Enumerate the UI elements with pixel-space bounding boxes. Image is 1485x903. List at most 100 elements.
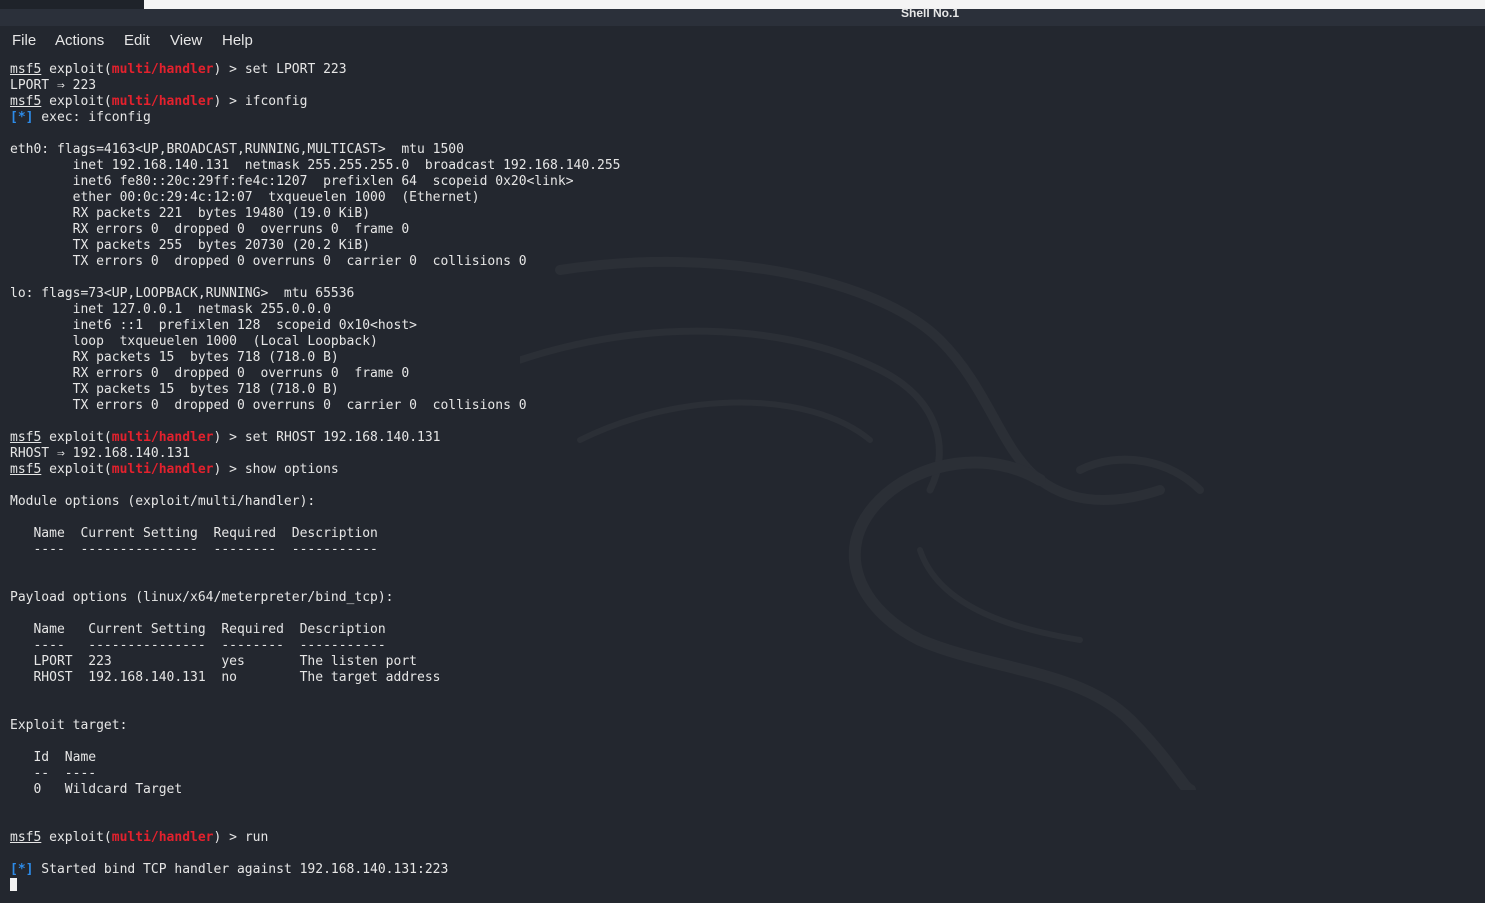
terminal-line: loop txqueuelen 1000 (Local Loopback) bbox=[10, 334, 1485, 350]
output-text: Module options (exploit/multi/handler): bbox=[10, 494, 316, 509]
window-title: Shell No.1 bbox=[900, 6, 959, 20]
output-text: TX packets 255 bytes 20730 (20.2 KiB) bbox=[10, 238, 371, 253]
status-marker: [*] bbox=[10, 862, 34, 877]
terminal-line: RX errors 0 dropped 0 overruns 0 frame 0 bbox=[10, 366, 1485, 382]
terminal-line: msf5 exploit(multi/handler) > set RHOST … bbox=[10, 430, 1485, 446]
output-text: Name Current Setting Required Descriptio… bbox=[10, 622, 386, 637]
output-text: RX packets 15 bytes 718 (718.0 B) bbox=[10, 350, 339, 365]
menu-file[interactable]: File bbox=[12, 32, 36, 49]
terminal-line: msf5 exploit(multi/handler) > set LPORT … bbox=[10, 62, 1485, 78]
menu-view[interactable]: View bbox=[170, 32, 202, 49]
prompt-module: multi/handler bbox=[111, 430, 214, 445]
output-text: inet6 fe80::20c:29ff:fe4c:1207 prefixlen… bbox=[10, 174, 574, 189]
terminal-line: RHOST 192.168.140.131 no The target addr… bbox=[10, 670, 1485, 686]
terminal-line: LPORT ⇒ 223 bbox=[10, 78, 1485, 94]
output-text: TX errors 0 dropped 0 overruns 0 carrier… bbox=[10, 254, 527, 269]
menu-edit[interactable]: Edit bbox=[124, 32, 150, 49]
output-text: eth0: flags=4163<UP,BROADCAST,RUNNING,MU… bbox=[10, 142, 464, 157]
prompt-close: ) > bbox=[213, 62, 245, 77]
output-text: 0 Wildcard Target bbox=[10, 782, 183, 797]
prompt-exploit: exploit( bbox=[49, 62, 112, 77]
menu-actions[interactable]: Actions bbox=[55, 32, 104, 49]
terminal-line: lo: flags=73<UP,LOOPBACK,RUNNING> mtu 65… bbox=[10, 286, 1485, 302]
prompt-module: multi/handler bbox=[111, 462, 214, 477]
prompt-user: msf5 bbox=[10, 62, 42, 77]
menu-bar: File Actions Edit View Help bbox=[0, 28, 600, 54]
terminal-line: ether 00:0c:29:4c:12:07 txqueuelen 1000 … bbox=[10, 190, 1485, 206]
terminal-line: TX packets 15 bytes 718 (718.0 B) bbox=[10, 382, 1485, 398]
terminal-line: Module options (exploit/multi/handler): bbox=[10, 494, 1485, 510]
output-text: RHOST 192.168.140.131 no The target addr… bbox=[10, 670, 441, 685]
terminal-line: TX errors 0 dropped 0 overruns 0 carrier… bbox=[10, 254, 1485, 270]
terminal-output[interactable]: msf5 exploit(multi/handler) > set LPORT … bbox=[10, 62, 1485, 894]
terminal-line: RX packets 221 bytes 19480 (19.0 KiB) bbox=[10, 206, 1485, 222]
terminal-line: Name Current Setting Required Descriptio… bbox=[10, 622, 1485, 638]
prompt-close: ) > bbox=[213, 830, 245, 845]
output-text: loop txqueuelen 1000 (Local Loopback) bbox=[10, 334, 378, 349]
output-text: LPORT ⇒ 223 bbox=[10, 78, 97, 93]
prompt-module: multi/handler bbox=[111, 62, 214, 77]
command-text: set LPORT 223 bbox=[244, 62, 347, 77]
prompt-user: msf5 bbox=[10, 830, 42, 845]
output-text: inet 127.0.0.1 netmask 255.0.0.0 bbox=[10, 302, 331, 317]
prompt-exploit: exploit( bbox=[49, 94, 112, 109]
output-text: RX errors 0 dropped 0 overruns 0 frame 0 bbox=[10, 222, 410, 237]
prompt-user: msf5 bbox=[10, 94, 42, 109]
prompt-exploit: exploit( bbox=[49, 830, 112, 845]
output-text: RX errors 0 dropped 0 overruns 0 frame 0 bbox=[10, 366, 410, 381]
output-text: TX packets 15 bytes 718 (718.0 B) bbox=[10, 382, 339, 397]
output-text: Name Current Setting Required Descriptio… bbox=[10, 526, 378, 541]
terminal-line: inet 127.0.0.1 netmask 255.0.0.0 bbox=[10, 302, 1485, 318]
terminal-line: Payload options (linux/x64/meterpreter/b… bbox=[10, 590, 1485, 606]
terminal-line: TX errors 0 dropped 0 overruns 0 carrier… bbox=[10, 398, 1485, 414]
terminal-line: [*] exec: ifconfig bbox=[10, 110, 1485, 126]
output-text: ---- --------------- -------- ----------… bbox=[10, 542, 378, 557]
prompt-close: ) > bbox=[213, 430, 245, 445]
terminal-line: inet 192.168.140.131 netmask 255.255.255… bbox=[10, 158, 1485, 174]
output-text: inet6 ::1 prefixlen 128 scopeid 0x10<hos… bbox=[10, 318, 417, 333]
output-text: RHOST ⇒ 192.168.140.131 bbox=[10, 446, 191, 461]
menu-help[interactable]: Help bbox=[222, 32, 253, 49]
terminal-line: msf5 exploit(multi/handler) > show optio… bbox=[10, 462, 1485, 478]
prompt-exploit: exploit( bbox=[49, 462, 112, 477]
output-text: Payload options (linux/x64/meterpreter/b… bbox=[10, 590, 394, 605]
terminal-line: msf5 exploit(multi/handler) > ifconfig bbox=[10, 94, 1485, 110]
output-text: ---- --------------- -------- ----------… bbox=[10, 638, 386, 653]
status-text: Started bind TCP handler against 192.168… bbox=[33, 862, 449, 877]
terminal-line: -- ---- bbox=[10, 766, 1485, 782]
prompt-module: multi/handler bbox=[111, 94, 214, 109]
terminal-line: RX errors 0 dropped 0 overruns 0 frame 0 bbox=[10, 222, 1485, 238]
status-marker: [*] bbox=[10, 110, 34, 125]
terminal-line: Id Name bbox=[10, 750, 1485, 766]
title-bar: Shell No.1 bbox=[0, 0, 1485, 26]
command-text: ifconfig bbox=[244, 94, 308, 109]
output-text: lo: flags=73<UP,LOOPBACK,RUNNING> mtu 65… bbox=[10, 286, 355, 301]
terminal-line: Exploit target: bbox=[10, 718, 1485, 734]
terminal-line: 0 Wildcard Target bbox=[10, 782, 1485, 798]
prompt-user: msf5 bbox=[10, 462, 42, 477]
prompt-close: ) > bbox=[213, 462, 245, 477]
output-text: Exploit target: bbox=[10, 718, 128, 733]
output-text: RX packets 221 bytes 19480 (19.0 KiB) bbox=[10, 206, 371, 221]
terminal-line: eth0: flags=4163<UP,BROADCAST,RUNNING,MU… bbox=[10, 142, 1485, 158]
output-text: LPORT 223 yes The listen port bbox=[10, 654, 417, 669]
terminal-line: Name Current Setting Required Descriptio… bbox=[10, 526, 1485, 542]
output-text: Id Name bbox=[10, 750, 97, 765]
output-text: TX errors 0 dropped 0 overruns 0 carrier… bbox=[10, 398, 527, 413]
terminal-cursor bbox=[10, 878, 17, 891]
command-text: set RHOST 192.168.140.131 bbox=[244, 430, 441, 445]
terminal-line: inet6 fe80::20c:29ff:fe4c:1207 prefixlen… bbox=[10, 174, 1485, 190]
prompt-exploit: exploit( bbox=[49, 430, 112, 445]
